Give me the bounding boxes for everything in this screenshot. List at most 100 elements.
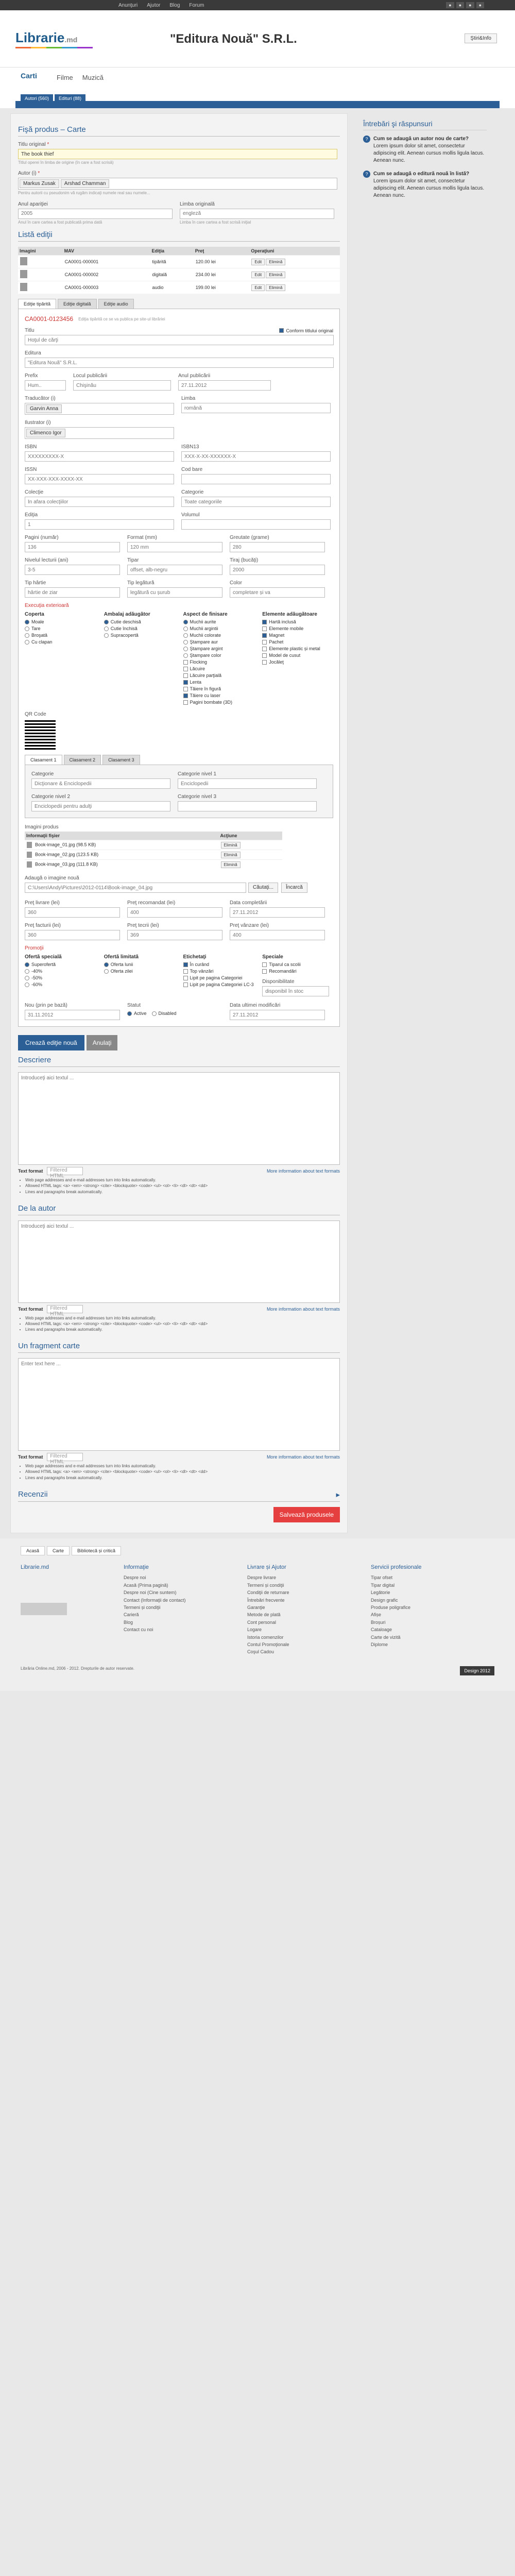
collection-input[interactable] (25, 497, 174, 507)
finish-radio[interactable]: Ştampare aur (183, 639, 254, 645)
extras-checkbox[interactable]: Elemente plastic și metal (262, 646, 333, 651)
pubyear-input[interactable] (178, 380, 271, 391)
footer-link[interactable]: Carte de vizită (371, 1634, 474, 1641)
price-recommended-input[interactable] (127, 907, 222, 918)
finish-checkbox[interactable]: Lenta (183, 680, 254, 685)
offer-radio[interactable]: -60% (25, 982, 96, 987)
extras-checkbox[interactable]: Hartă inclusă (262, 619, 333, 624)
label-checkbox[interactable]: În curând (183, 962, 254, 967)
design-badge[interactable]: Design 2012 (460, 1666, 494, 1675)
print-run-input[interactable] (230, 565, 325, 575)
footer-link[interactable]: Acasă (Prima pagină) (124, 1582, 227, 1589)
cover-radio[interactable]: Cu clapan (25, 639, 96, 645)
footer-link[interactable]: Termeni și condiţii (124, 1604, 227, 1611)
create-edition-button[interactable]: Crează ediţie nouă (18, 1035, 84, 1051)
translator-tag[interactable]: Garvin Anna (26, 404, 62, 414)
title-input[interactable] (18, 149, 337, 159)
tab-class-1[interactable]: Clasament 1 (25, 755, 62, 765)
finish-radio[interactable]: Ştampare argint (183, 646, 254, 651)
status-active-radio[interactable]: Active (127, 1011, 147, 1016)
label-checkbox[interactable]: Top vânzări (183, 969, 254, 974)
cover-radio[interactable]: Moale (25, 619, 96, 624)
format-help-link[interactable]: More information about text formats (267, 1307, 340, 1312)
price-invoice-input[interactable] (25, 930, 120, 941)
year-input[interactable] (18, 208, 173, 219)
delete-button[interactable]: Elimină (266, 284, 286, 292)
illustrator-tags[interactable]: Climenco Igor (25, 427, 174, 439)
save-products-button[interactable]: Salvează produsele (273, 1506, 340, 1522)
footer-link[interactable]: Coşul Cadou (247, 1648, 350, 1655)
category-input[interactable] (181, 497, 331, 507)
footer-link[interactable]: Logare (247, 1626, 350, 1633)
level-input[interactable] (25, 565, 120, 575)
weight-input[interactable] (230, 542, 325, 553)
lang2-input[interactable] (181, 403, 331, 414)
edit-button[interactable]: Edit (251, 272, 265, 279)
new-until-input[interactable] (25, 1010, 120, 1021)
finish-checkbox[interactable]: Tăiere cu laser (183, 693, 254, 698)
top-link-help[interactable]: Ajutor (147, 3, 160, 8)
format-select[interactable]: Filtered HTML (47, 1304, 83, 1317)
footer-link[interactable]: Broșuri (371, 1619, 474, 1626)
upload-path-input[interactable] (25, 883, 246, 893)
footer-link[interactable]: Termeni și condiţii (247, 1582, 350, 1589)
publisher-input[interactable] (25, 358, 334, 368)
footer-link[interactable]: Cataloage (371, 1626, 474, 1633)
top-link-forum[interactable]: Forum (189, 3, 204, 8)
finish-radio[interactable]: Ştampare color (183, 653, 254, 658)
format-input[interactable] (127, 542, 222, 553)
finish-radio[interactable]: Muchii colorate (183, 633, 254, 638)
news-button[interactable]: Ştiri&Info (465, 33, 497, 43)
special-checkbox[interactable]: Tiparul ca scolii (262, 962, 333, 967)
finish-checkbox[interactable]: Flocking (183, 659, 254, 665)
footer-link[interactable]: Tipar ofset (371, 1574, 474, 1581)
fragment-textarea[interactable] (18, 1358, 340, 1451)
ed-title-input[interactable] (25, 335, 334, 346)
author-tag[interactable]: Markus Zusak (20, 179, 59, 189)
price-sale-input[interactable] (230, 930, 325, 941)
footer-link[interactable]: Contact cu noi (124, 1626, 227, 1633)
upload-button[interactable]: Încarcă (281, 883, 307, 893)
issn-input[interactable] (25, 474, 174, 485)
author-tag[interactable]: Arshad Chamman (60, 179, 110, 189)
footer-link[interactable]: Legătorie (371, 1589, 474, 1596)
extras-checkbox[interactable]: Model de cusut (262, 653, 333, 658)
footer-link[interactable]: Despre livrare (247, 1574, 350, 1581)
footer-link[interactable]: Contul Promoţionale (247, 1641, 350, 1648)
finish-checkbox[interactable]: Lăcuire parţială (183, 673, 254, 678)
date-completed-input[interactable] (230, 907, 325, 918)
footer-link[interactable]: Design grafic (371, 1597, 474, 1604)
footer-tab-home[interactable]: Acasă (21, 1546, 45, 1555)
footer-link[interactable]: Diplome (371, 1641, 474, 1648)
social-icons[interactable] (21, 1603, 67, 1616)
isbn-input[interactable] (25, 451, 174, 462)
footer-link[interactable]: Cont personal (247, 1619, 350, 1626)
limited-radio[interactable]: Oferta lunii (104, 962, 175, 967)
extras-checkbox[interactable]: Pachet (262, 639, 333, 645)
isbn13-input[interactable] (181, 451, 331, 462)
tab-digital[interactable]: Ediţie digitală (58, 299, 97, 309)
footer-link[interactable]: Întrebări frecvente (247, 1597, 350, 1604)
paper-input[interactable] (25, 587, 120, 598)
price-delivery-input[interactable] (25, 907, 120, 918)
user-icon[interactable]: ● (446, 2, 454, 8)
print-type-select[interactable] (127, 565, 222, 575)
nav-link-films[interactable]: Filme (57, 74, 73, 81)
faq-item[interactable]: ? Cum se adaugă un autor nou de carte? Lor… (363, 135, 487, 164)
extras-checkbox[interactable]: Magnet (262, 633, 333, 638)
footer-link[interactable]: Tipar digital (371, 1582, 474, 1589)
finish-checkbox[interactable]: Lăcuire (183, 666, 254, 671)
color-input[interactable] (230, 587, 325, 598)
catA-select[interactable] (31, 778, 170, 789)
edit-button[interactable]: Edit (251, 259, 265, 266)
offer-radio[interactable]: -50% (25, 975, 96, 980)
catD-select[interactable] (178, 801, 317, 812)
extras-checkbox[interactable]: Elemente mobile (262, 626, 333, 631)
offer-radio[interactable]: -40% (25, 969, 96, 974)
translator-tags[interactable]: Garvin Anna (25, 403, 174, 415)
availability-select[interactable] (262, 986, 330, 997)
binding-select[interactable] (127, 587, 222, 598)
finish-checkbox[interactable]: Tăiere în figură (183, 686, 254, 691)
expand-icon[interactable]: ▸ (336, 1490, 340, 1499)
footer-link[interactable]: Carieră (124, 1611, 227, 1618)
